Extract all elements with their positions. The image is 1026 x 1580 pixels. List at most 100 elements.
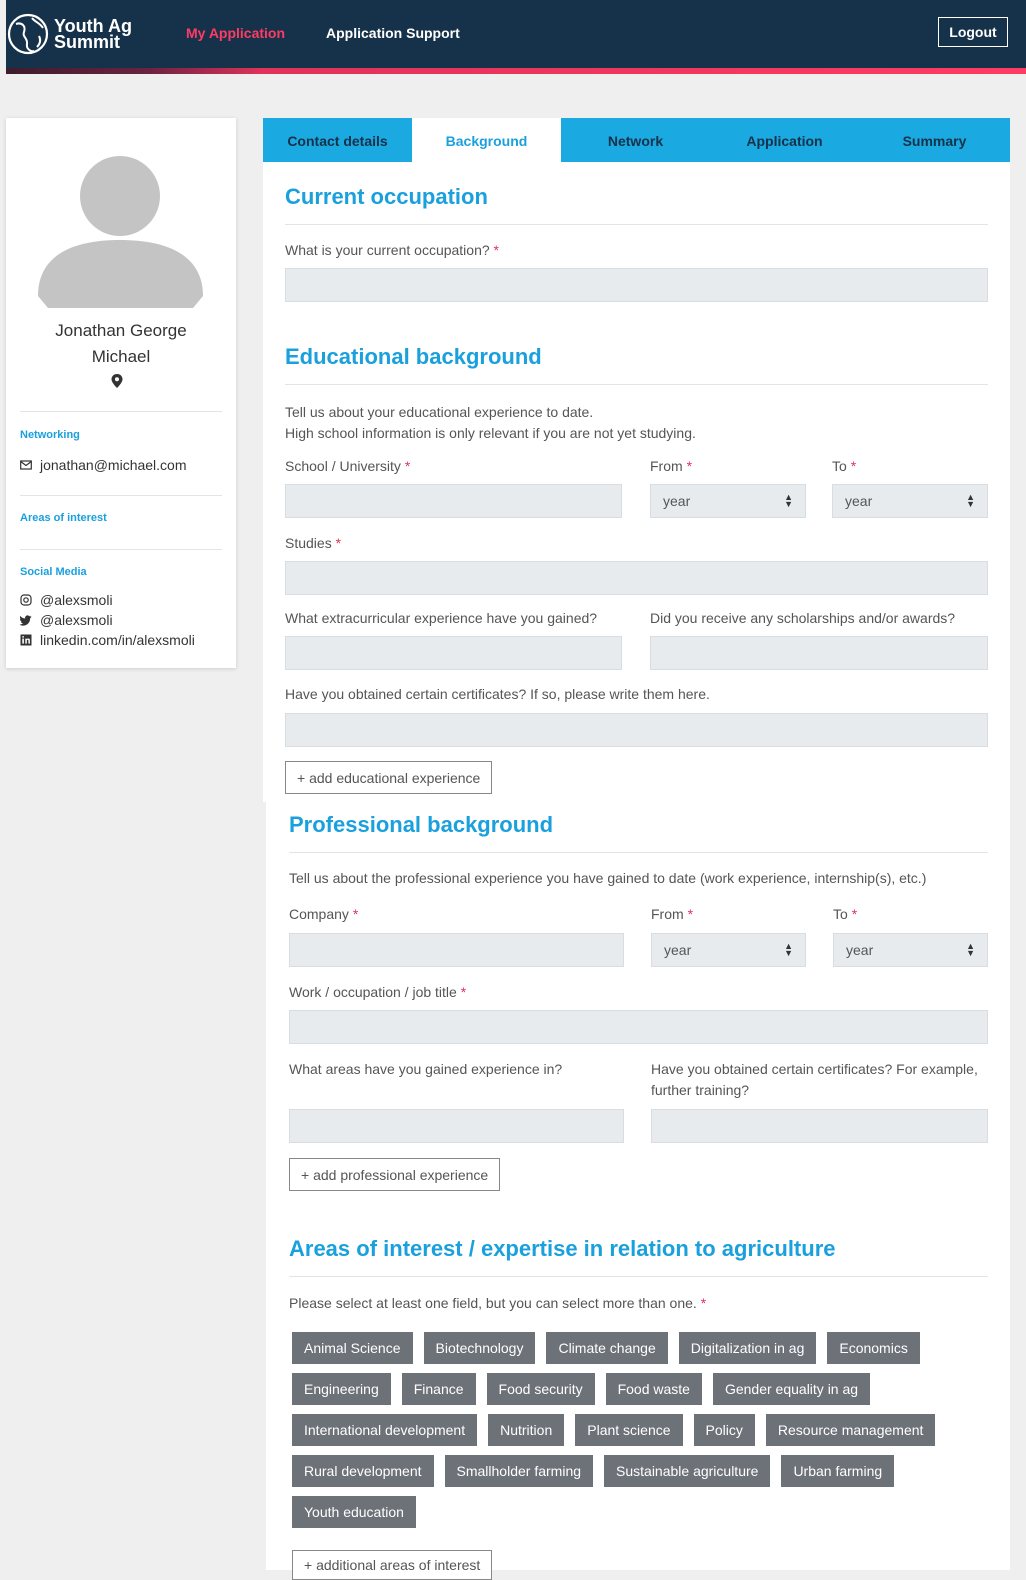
select-arrows-icon: ▲ ▼ <box>966 941 975 958</box>
interest-tag[interactable]: Food security <box>486 1373 595 1405</box>
profile-name: Jonathan George Michael <box>6 318 236 370</box>
site-logo[interactable]: Youth Ag Summit <box>6 10 132 58</box>
school-label-text: School / University <box>285 458 401 474</box>
school-input[interactable] <box>285 484 622 518</box>
current-occupation-input[interactable] <box>285 268 988 302</box>
prof-certificates-label-line-2: further training? <box>651 1082 750 1098</box>
section-divider <box>285 384 988 385</box>
current-occupation-label: What is your current occupation? * <box>285 240 499 261</box>
email-text[interactable]: jonathan@michael.com <box>40 457 187 473</box>
interest-tag[interactable]: Food waste <box>605 1373 702 1405</box>
add-educational-experience-button[interactable]: + add educational experience <box>285 761 493 794</box>
interest-tag[interactable]: Digitalization in ag <box>678 1332 817 1364</box>
professional-intro: Tell us about the professional experienc… <box>289 870 927 886</box>
interest-tag[interactable]: Gender equality in ag <box>712 1373 871 1405</box>
interests-instruction: Please select at least one field, but yo… <box>289 1293 706 1314</box>
networking-heading: Networking <box>20 429 80 441</box>
prof-to-year-value: year <box>846 942 874 958</box>
interest-tag[interactable]: Biotechnology <box>423 1332 536 1364</box>
required-asterisk: * <box>851 906 858 922</box>
experience-areas-label: What areas have you gained experience in… <box>289 1061 563 1077</box>
sidebar-divider <box>20 549 222 550</box>
prof-certificates-input[interactable] <box>651 1109 988 1143</box>
interest-tag-row: Animal Science Biotechnology Climate chang… <box>292 1332 992 1364</box>
logout-button[interactable]: Logout <box>938 17 1008 47</box>
interest-tag[interactable]: Finance <box>401 1373 476 1405</box>
interest-tag[interactable]: Nutrition <box>488 1414 565 1446</box>
linkedin-icon <box>20 634 32 646</box>
twitter-icon <box>20 615 32 626</box>
globe-logo-icon <box>7 13 49 55</box>
edu-from-year-value: year <box>663 493 691 509</box>
edu-to-year-select[interactable]: year ▲ ▼ <box>832 484 988 518</box>
edu-certificates-label: Have you obtained certain certificates? … <box>285 686 710 702</box>
tab-summary[interactable]: Summary <box>859 118 1010 162</box>
nav-my-application[interactable]: My Application <box>186 25 285 41</box>
linkedin-line: linkedin.com/in/alexsmoli <box>20 632 195 648</box>
section-title-areas-of-interest: Areas of interest / expertise in relatio… <box>289 1236 836 1261</box>
interest-tag[interactable]: Youth education <box>292 1496 416 1528</box>
job-title-input[interactable] <box>289 1010 988 1044</box>
company-label-text: Company <box>289 906 349 922</box>
education-intro-line-2: High school information is only relevant… <box>285 425 696 441</box>
profile-sidebar: Jonathan George Michael Networking jonat… <box>6 118 236 668</box>
interest-tag[interactable]: Economics <box>827 1332 920 1364</box>
instagram-icon <box>20 594 32 606</box>
edu-from-year-select[interactable]: year ▲ ▼ <box>650 484 806 518</box>
interest-tag-row: International development Nutrition Plant … <box>292 1414 992 1446</box>
interest-tag[interactable]: Climate change <box>546 1332 668 1364</box>
experience-areas-input[interactable] <box>289 1109 624 1143</box>
social-media-heading: Social Media <box>20 566 87 578</box>
extracurricular-label: What extracurricular experience have you… <box>285 610 598 626</box>
map-pin-icon <box>111 374 123 388</box>
prof-to-year-select[interactable]: year ▲ ▼ <box>833 933 988 967</box>
linkedin-url[interactable]: linkedin.com/in/alexsmoli <box>40 632 195 648</box>
company-input[interactable] <box>289 933 624 967</box>
interest-tag[interactable]: Animal Science <box>292 1332 413 1364</box>
select-arrows-icon: ▲ ▼ <box>966 492 975 509</box>
interest-tag[interactable]: Plant science <box>575 1414 683 1446</box>
twitter-handle[interactable]: @alexsmoli <box>40 612 113 628</box>
nav-application-support[interactable]: Application Support <box>326 25 460 41</box>
interest-tag-row: Rural development Smallholder farming Sust… <box>292 1455 992 1487</box>
section-divider <box>289 1276 988 1277</box>
edu-from-label: From * <box>650 456 692 477</box>
instagram-handle[interactable]: @alexsmoli <box>40 592 113 608</box>
required-asterisk: * <box>700 1295 707 1311</box>
add-areas-of-interest-button[interactable]: + additional areas of interest <box>292 1550 493 1580</box>
interest-tag[interactable]: Engineering <box>292 1373 391 1405</box>
prof-from-year-select[interactable]: year ▲ ▼ <box>651 933 806 967</box>
tab-application[interactable]: Application <box>710 118 859 162</box>
tab-network[interactable]: Network <box>561 118 710 162</box>
interest-tag[interactable]: Rural development <box>292 1455 434 1487</box>
edu-to-label: To * <box>832 456 856 477</box>
extracurricular-input[interactable] <box>285 636 622 670</box>
section-divider <box>285 224 988 225</box>
required-asterisk: * <box>850 458 857 474</box>
studies-label-text: Studies <box>285 535 332 551</box>
interest-tag[interactable]: Sustainable agriculture <box>604 1455 771 1487</box>
tab-contact-details[interactable]: Contact details <box>263 118 412 162</box>
studies-input[interactable] <box>285 561 988 595</box>
required-asterisk: * <box>352 906 359 922</box>
add-professional-experience-button[interactable]: + add professional experience <box>289 1158 501 1191</box>
twitter-line: @alexsmoli <box>20 612 113 628</box>
edu-certificates-input[interactable] <box>285 713 988 747</box>
interest-tag[interactable]: International development <box>292 1414 478 1446</box>
edu-to-label-text: To <box>832 458 847 474</box>
required-asterisk: * <box>686 458 693 474</box>
interest-tag[interactable]: Smallholder farming <box>444 1455 594 1487</box>
tab-background[interactable]: Background <box>412 118 561 162</box>
interest-tag[interactable]: Resource management <box>765 1414 936 1446</box>
section-divider <box>289 852 988 853</box>
interest-tag[interactable]: Urban farming <box>781 1455 895 1487</box>
education-intro: Tell us about your educational experienc… <box>285 402 696 444</box>
prof-to-label: To * <box>833 904 857 925</box>
scholarships-input[interactable] <box>650 636 988 670</box>
interest-tag[interactable]: Policy <box>693 1414 755 1446</box>
instagram-line: @alexsmoli <box>20 592 113 608</box>
edu-to-year-value: year <box>845 493 873 509</box>
sidebar-divider <box>20 411 222 412</box>
edu-from-label-text: From <box>650 458 683 474</box>
email-line: jonathan@michael.com <box>20 457 187 473</box>
